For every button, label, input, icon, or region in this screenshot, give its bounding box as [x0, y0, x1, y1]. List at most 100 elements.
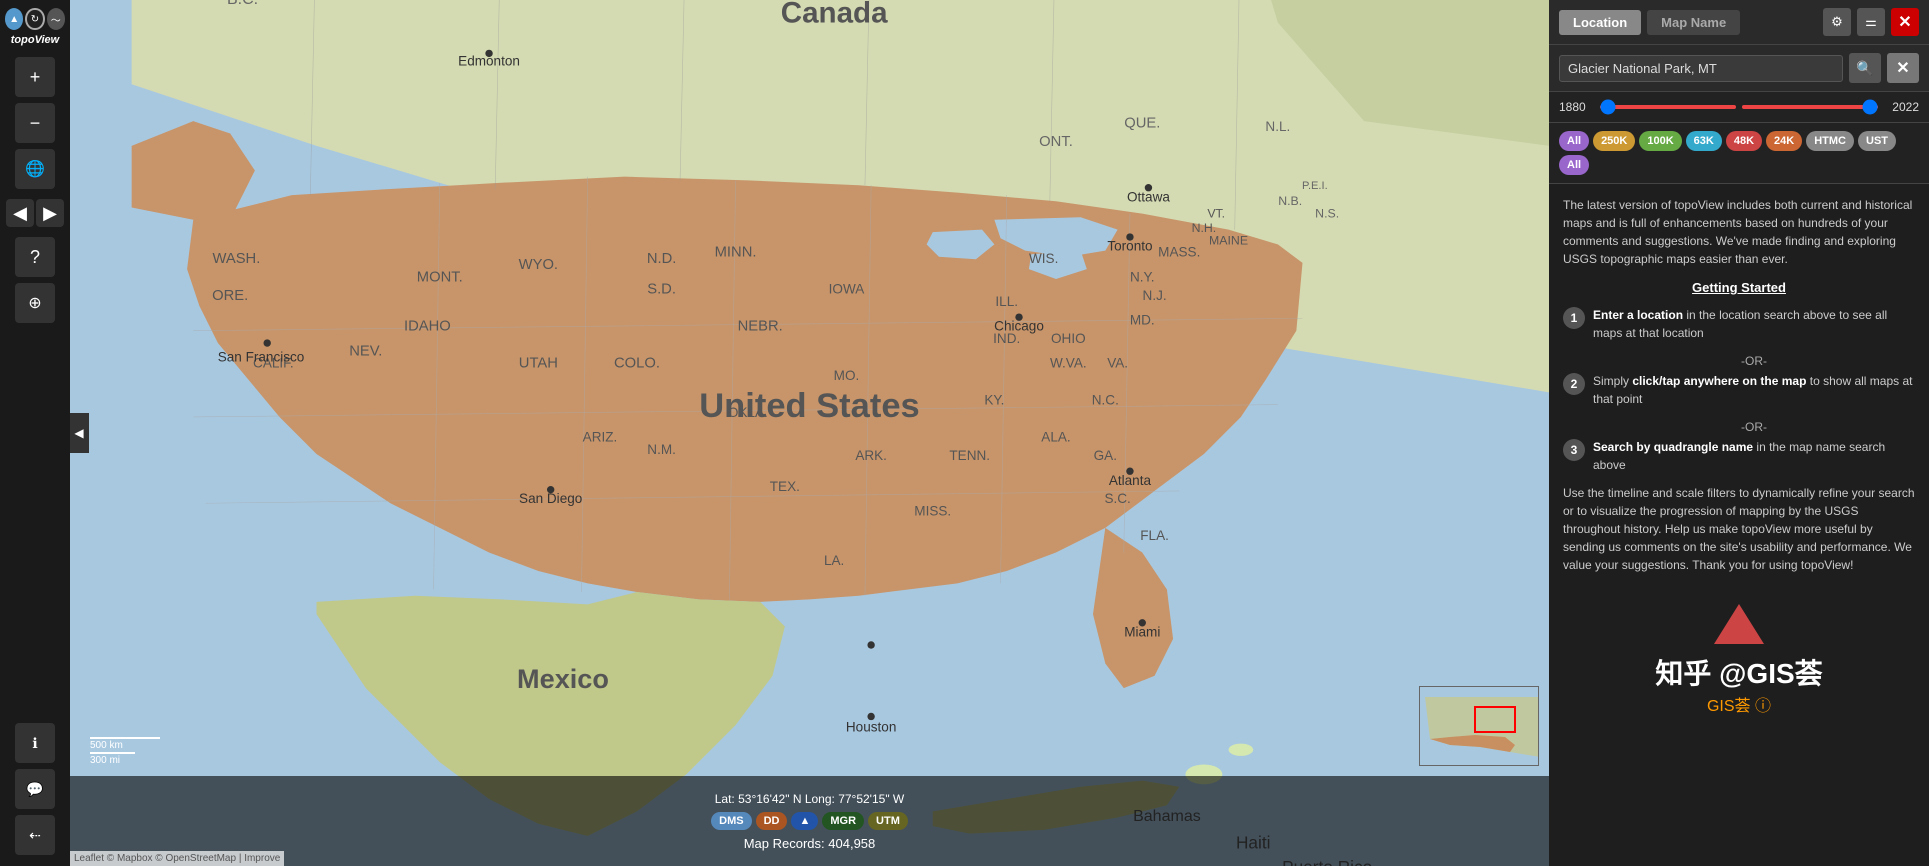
svg-text:W.VA.: W.VA.: [1050, 356, 1087, 371]
step-3-number: 3: [1563, 439, 1585, 461]
utm-format-button[interactable]: UTM: [868, 812, 908, 830]
search-submit-button[interactable]: 🔍: [1849, 53, 1881, 83]
svg-text:MASS.: MASS.: [1158, 245, 1200, 260]
svg-text:MINN.: MINN.: [715, 245, 757, 261]
dms-format-button[interactable]: DMS: [711, 812, 751, 830]
svg-text:QUE.: QUE.: [1124, 115, 1160, 131]
step-2-number: 2: [1563, 373, 1585, 395]
svg-text:TEX.: TEX.: [770, 479, 800, 494]
svg-text:MAINE: MAINE: [1209, 233, 1248, 247]
watermark-text: 知乎 @GIS荟: [1559, 652, 1919, 692]
help-button[interactable]: ?: [15, 237, 55, 277]
svg-text:Chicago: Chicago: [994, 319, 1044, 334]
svg-text:N.L.: N.L.: [1265, 119, 1290, 134]
svg-text:VA.: VA.: [1107, 356, 1128, 371]
svg-text:MO.: MO.: [834, 368, 860, 383]
locate-button[interactable]: ⊕: [15, 283, 55, 323]
filter-48k-button[interactable]: 48K: [1726, 131, 1762, 151]
filter-ust-button[interactable]: UST: [1858, 131, 1896, 151]
timeline-end-slider[interactable]: [1742, 105, 1878, 109]
svg-text:WYO.: WYO.: [519, 257, 558, 273]
timeline-description: Use the timeline and scale filters to dy…: [1563, 484, 1915, 574]
zoom-in-button[interactable]: +: [15, 57, 55, 97]
filter-24k-button[interactable]: 24K: [1766, 131, 1802, 151]
end-year-label: 2022: [1884, 100, 1919, 114]
svg-text:WIS.: WIS.: [1029, 251, 1058, 266]
sidebar: ▲ ↻ 〜 topoView + − 🌐 ◀ ▶ ? ⊕ ℹ 💬 ⇠: [0, 0, 70, 866]
step-1-bold: Enter a location: [1593, 308, 1683, 322]
svg-text:GA.: GA.: [1094, 448, 1117, 463]
watermark-area: 知乎 @GIS荟 GIS荟 ⓘ: [1549, 594, 1929, 726]
filter-63k-button[interactable]: 63K: [1686, 131, 1722, 151]
mexico-label: Mexico: [517, 663, 609, 694]
svg-text:Houston: Houston: [846, 719, 896, 734]
share-button[interactable]: ⇠: [15, 815, 55, 855]
info-content: The latest version of topoView includes …: [1549, 184, 1929, 594]
step-2-text: Simply click/tap anywhere on the map to …: [1593, 372, 1915, 408]
settings-button[interactable]: ⚙: [1823, 8, 1851, 36]
svg-text:ARIZ.: ARIZ.: [583, 430, 618, 445]
map-svg[interactable]: Canada United States Mexico Cuba Haiti P…: [70, 0, 1549, 866]
getting-started-title: Getting Started: [1563, 278, 1915, 298]
map-bottom-bar: Lat: 53°16'42" N Long: 77°52'15" W DMS D…: [70, 776, 1549, 866]
map-records-label: Map Records:: [744, 836, 825, 851]
svg-text:Miami: Miami: [1124, 624, 1160, 639]
pan-left-button[interactable]: ◀: [6, 199, 34, 227]
svg-text:N.B.: N.B.: [1278, 194, 1302, 208]
svg-text:N.Y.: N.Y.: [1130, 269, 1155, 284]
dd-format-button[interactable]: DD: [756, 812, 788, 830]
svg-text:S.C.: S.C.: [1104, 491, 1130, 506]
svg-text:MISS.: MISS.: [914, 504, 951, 519]
start-year-label: 1880: [1559, 100, 1594, 114]
map-container[interactable]: Canada United States Mexico Cuba Haiti P…: [70, 0, 1549, 866]
svg-text:ARK.: ARK.: [855, 448, 887, 463]
logo-mountain-icon: ▲: [5, 8, 23, 30]
panel-header: Location Map Name ⚙ ⚌ ✕: [1549, 0, 1929, 45]
svg-text:OKLA.: OKLA.: [728, 405, 768, 420]
tab-map-name[interactable]: Map Name: [1647, 10, 1740, 35]
svg-text:P.E.I.: P.E.I.: [1302, 180, 1328, 192]
mountain-format-button[interactable]: ▲: [791, 812, 818, 830]
svg-text:Ottawa: Ottawa: [1127, 189, 1170, 204]
zoom-out-button[interactable]: −: [15, 103, 55, 143]
tab-location[interactable]: Location: [1559, 10, 1641, 35]
info-button[interactable]: ℹ: [15, 723, 55, 763]
svg-text:IDAHO: IDAHO: [404, 319, 451, 335]
close-panel-button[interactable]: ✕: [1891, 8, 1919, 36]
comment-button[interactable]: 💬: [15, 769, 55, 809]
svg-text:B.C.: B.C.: [227, 0, 258, 8]
or-divider-2: -OR-: [1593, 418, 1915, 436]
expand-panel-button[interactable]: ◀: [70, 413, 89, 453]
mgr-format-button[interactable]: MGR: [822, 812, 864, 830]
location-search-input[interactable]: [1559, 55, 1843, 82]
watermark-sub: GIS荟 ⓘ: [1559, 692, 1919, 716]
filter-all2-button[interactable]: All: [1559, 155, 1589, 175]
step-3: 3 Search by quadrangle name in the map n…: [1563, 438, 1915, 474]
right-panel: Location Map Name ⚙ ⚌ ✕ 🔍 ✕ 1880 2022 Al…: [1549, 0, 1929, 866]
search-row: 🔍 ✕: [1549, 45, 1929, 92]
scale-km-label: 500 km: [90, 740, 123, 751]
canada-label: Canada: [781, 0, 888, 30]
svg-text:S.D.: S.D.: [647, 282, 676, 298]
timeline-start-slider[interactable]: [1600, 105, 1736, 109]
step-3-bold: Search by quadrangle name: [1593, 440, 1753, 454]
filter-all-button[interactable]: All: [1559, 131, 1589, 151]
filter-100k-button[interactable]: 100K: [1639, 131, 1681, 151]
mini-map-svg: [1420, 687, 1539, 766]
step-2: 2 Simply click/tap anywhere on the map t…: [1563, 372, 1915, 408]
svg-text:ORE.: ORE.: [212, 288, 248, 304]
svg-text:NEV.: NEV.: [349, 343, 382, 359]
pan-right-button[interactable]: ▶: [36, 199, 64, 227]
globe-button[interactable]: 🌐: [15, 149, 55, 189]
svg-text:ALA.: ALA.: [1041, 430, 1070, 445]
svg-text:KY.: KY.: [984, 393, 1004, 408]
svg-text:MD.: MD.: [1130, 313, 1155, 328]
filter-button[interactable]: ⚌: [1857, 8, 1885, 36]
filter-250k-button[interactable]: 250K: [1593, 131, 1635, 151]
filter-htmc-button[interactable]: HTMC: [1806, 131, 1854, 151]
mini-map[interactable]: [1419, 686, 1539, 766]
scale-filter-buttons: All 250K 100K 63K 48K 24K HTMC UST All: [1549, 123, 1929, 184]
svg-text:UTAH: UTAH: [519, 356, 558, 372]
search-clear-button[interactable]: ✕: [1887, 53, 1919, 83]
scale-mi-label: 300 mi: [90, 755, 120, 766]
